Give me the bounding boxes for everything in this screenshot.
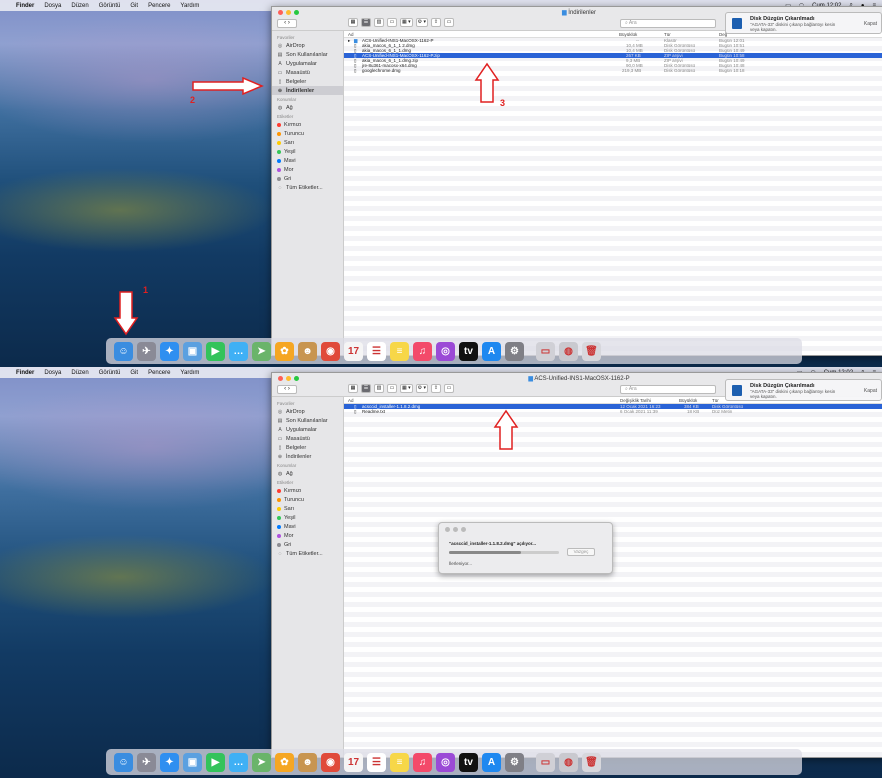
podcasts-icon[interactable]: ◎ <box>436 341 455 361</box>
maps-icon[interactable]: ➤ <box>252 752 271 772</box>
tv-icon[interactable]: tv <box>459 752 478 772</box>
screenshot-step-2: Finder Dosya Düzen Görüntü Git Pencere Y… <box>0 367 882 778</box>
messages-icon[interactable]: … <box>229 341 248 361</box>
finder-icon[interactable]: ☺ <box>114 752 133 772</box>
system-preferences-icon[interactable]: ⚙ <box>505 341 524 361</box>
photos-icon[interactable]: ✿ <box>275 341 294 361</box>
preview-icon[interactable]: ▣ <box>183 341 202 361</box>
annotation-arrows <box>113 62 500 336</box>
reminders-icon[interactable]: ☰ <box>367 752 386 772</box>
downloads-stack-icon[interactable]: ▭ <box>536 752 555 772</box>
trash-icon[interactable]: 🗑 <box>582 341 601 361</box>
annotation-arrows <box>493 409 519 450</box>
arrow-up-icon <box>493 409 519 450</box>
screenshot-step-1: Finder Dosya Düzen Görüntü Git Pencere Y… <box>0 0 882 367</box>
safari-icon[interactable]: ✦ <box>160 341 179 361</box>
music-icon[interactable]: ♫ <box>413 752 432 772</box>
calendar-icon[interactable]: 17 <box>344 752 363 772</box>
contacts-icon[interactable]: ☻ <box>298 341 317 361</box>
annotation-label-1: 1 <box>143 285 149 295</box>
trash-icon[interactable]: 🗑 <box>582 752 601 772</box>
safari-icon[interactable]: ✦ <box>160 752 179 772</box>
tv-icon[interactable]: tv <box>459 341 478 361</box>
launchpad-icon[interactable]: ✈ <box>137 341 156 361</box>
preview-icon[interactable]: ▣ <box>183 752 202 772</box>
disk-image-icon[interactable]: ◍ <box>559 752 578 772</box>
annotation-label-3: 3 <box>500 98 506 108</box>
podcasts-icon[interactable]: ◎ <box>436 752 455 772</box>
system-preferences-icon[interactable]: ⚙ <box>505 752 524 772</box>
arrow-2-icon <box>192 76 264 96</box>
messages-icon[interactable]: … <box>229 752 248 772</box>
appstore-icon[interactable]: A <box>482 341 501 361</box>
calendar-icon[interactable]: 17 <box>344 341 363 361</box>
maps-icon[interactable]: ➤ <box>252 341 271 361</box>
downloads-stack-icon[interactable]: ▭ <box>536 341 555 361</box>
appstore-icon[interactable]: A <box>482 752 501 772</box>
contacts-icon[interactable]: ☻ <box>298 752 317 772</box>
chrome-icon[interactable]: ◉ <box>321 752 340 772</box>
chrome-icon[interactable]: ◉ <box>321 341 340 361</box>
finder-icon[interactable]: ☺ <box>114 341 133 361</box>
facetime-icon[interactable]: ▶ <box>206 752 225 772</box>
photos-icon[interactable]: ✿ <box>275 752 294 772</box>
arrow-1-icon <box>113 291 139 336</box>
dock: ☺ ✈ ✦ ▣ ▶… ➤ ✿ ☻ ◉ 17 ☰ ≡ ♫ ◎ tv A ⚙ ▭ ◍ 🗑 <box>106 338 802 364</box>
dock: ☺ ✈ ✦ ▣ ▶… ➤ ✿ ☻ ◉ 17 ☰ ≡ ♫ ◎ tv A ⚙ ▭ ◍ 🗑 <box>106 749 802 775</box>
notes-icon[interactable]: ≡ <box>390 752 409 772</box>
music-icon[interactable]: ♫ <box>413 341 432 361</box>
arrow-3-icon <box>474 62 500 103</box>
facetime-icon[interactable]: ▶ <box>206 341 225 361</box>
launchpad-icon[interactable]: ✈ <box>137 752 156 772</box>
annotation-label-2: 2 <box>190 95 196 105</box>
reminders-icon[interactable]: ☰ <box>367 341 386 361</box>
disk-image-icon[interactable]: ◍ <box>559 341 578 361</box>
notes-icon[interactable]: ≡ <box>390 341 409 361</box>
